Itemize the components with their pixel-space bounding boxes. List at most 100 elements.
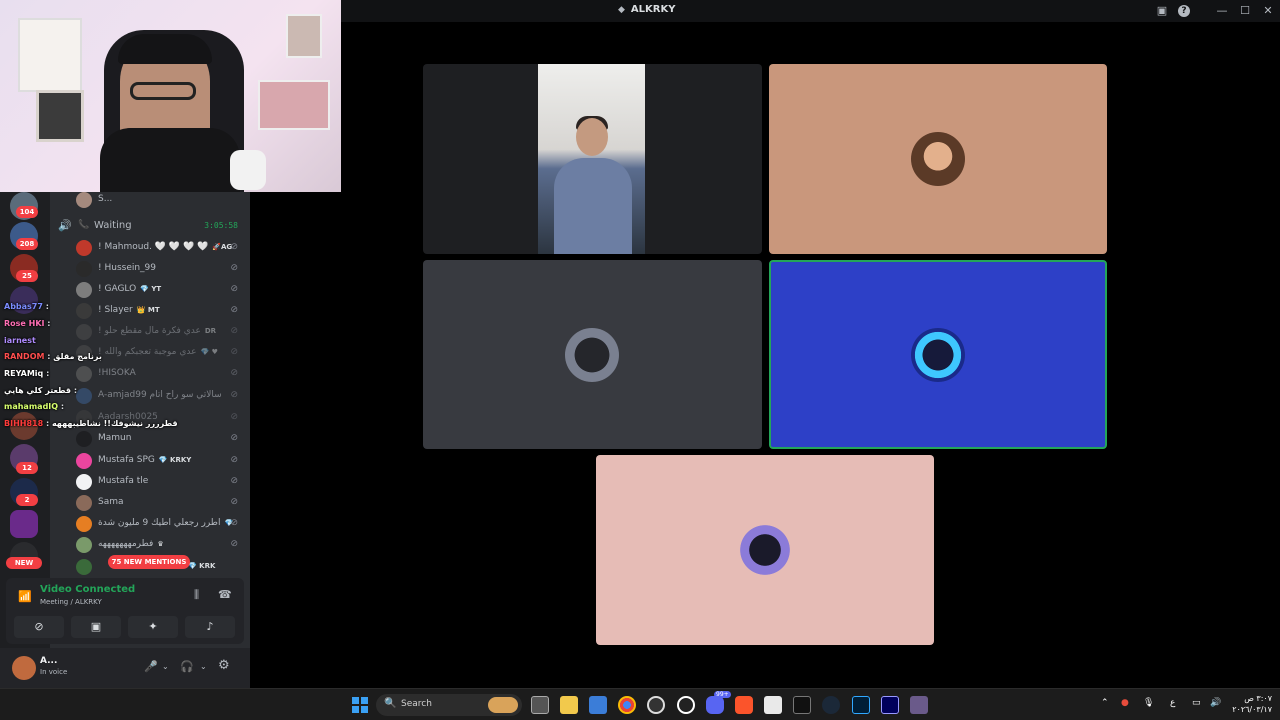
chat-username: iarnest xyxy=(4,336,36,345)
participant-camera-feed[interactable] xyxy=(538,64,645,254)
capcut-icon[interactable] xyxy=(793,696,811,714)
obs-icon[interactable] xyxy=(677,696,695,714)
activities-icon: ✦ xyxy=(148,620,158,633)
photoshop-icon[interactable] xyxy=(852,696,870,714)
headphones-icon[interactable]: 🎧 xyxy=(180,660,194,673)
soundboard-button[interactable]: ♪ xyxy=(185,616,235,638)
start-icon-tile xyxy=(352,706,359,713)
volume-icon[interactable]: 🔊 xyxy=(1210,698,1221,708)
member-name-text: ! Hussein_99 xyxy=(98,263,157,273)
minimize-button[interactable]: — xyxy=(1214,3,1230,19)
voice-location[interactable]: Meeting / ALKRKY xyxy=(40,598,102,606)
voice-member[interactable]: Mustafa SPG 💎 KRKY ⊘ xyxy=(76,451,246,471)
app-icon[interactable] xyxy=(764,696,782,714)
microphone-icon[interactable]: 🎤 xyxy=(144,660,158,673)
stream-chat-line: Abbas77 : xyxy=(4,302,49,311)
voice-member[interactable]: Mustafa tle ⊘ xyxy=(76,472,246,492)
voice-member[interactable]: ! Mahmoud. 🤍 🤍 🤍 🤍 🚀AG ⊘ xyxy=(76,238,246,258)
video-tile[interactable] xyxy=(769,64,1107,254)
activities-button[interactable]: ✦ xyxy=(128,616,178,638)
close-button[interactable]: ✕ xyxy=(1260,3,1276,19)
store-icon[interactable] xyxy=(589,696,607,714)
chat-username: BIHH818 xyxy=(4,419,44,428)
file-explorer-icon[interactable] xyxy=(560,696,578,714)
new-mentions-pill[interactable]: 75 NEW MENTIONS xyxy=(108,555,190,569)
taskbar-search[interactable]: 🔍 Search xyxy=(376,694,522,716)
tray-app-icon[interactable]: ● xyxy=(1121,698,1129,708)
participant-body xyxy=(554,158,632,254)
windows-taskbar: 🔍 Search 99+ ⌃ ● 🎙 ع ▭ 🔊 ٣:٠٧ ص ٢٠٢٦/٠٣/… xyxy=(0,688,1280,720)
voice-member[interactable]: !HISOKA ⊘ xyxy=(76,364,246,384)
disconnect-icon[interactable]: ☎ xyxy=(218,588,232,601)
chevron-down-icon[interactable]: ⌄ xyxy=(162,662,169,671)
participant-avatar xyxy=(911,132,965,186)
chat-message: برنامج مقلق xyxy=(53,352,102,361)
chevron-down-icon[interactable]: ⌄ xyxy=(200,662,207,671)
task-view-icon[interactable] xyxy=(531,696,549,714)
deafen-icon: ⊘ xyxy=(230,433,238,443)
voice-member[interactable]: Mamun ⊘ xyxy=(76,429,246,449)
wall-frame xyxy=(18,18,82,92)
member-name: ! عدي فكرة مال مقطع حلو DR xyxy=(98,326,216,336)
avatar[interactable] xyxy=(12,656,36,680)
chat-username: mahamadIQ xyxy=(4,402,59,411)
language-indicator[interactable]: ع xyxy=(1170,698,1175,708)
taskbar-clock[interactable]: ٣:٠٧ ص ٢٠٢٦/٠٣/١٧ xyxy=(1228,693,1272,715)
chat-username: Abbas77 xyxy=(4,302,43,311)
screen-icon[interactable]: ▣ xyxy=(1154,3,1170,19)
voice-member[interactable]: ! GAGLO 💎 YT ⊘ xyxy=(76,280,246,300)
voice-member[interactable]: فطرمهههههههه ♛ ⊘ xyxy=(76,535,246,555)
brave-icon[interactable] xyxy=(735,696,753,714)
steam-icon[interactable] xyxy=(822,696,840,714)
voice-member[interactable]: S... xyxy=(76,190,246,210)
video-tile[interactable] xyxy=(423,260,762,449)
premiere-icon[interactable] xyxy=(881,696,899,714)
help-icon[interactable]: ? xyxy=(1178,5,1190,17)
avatar xyxy=(76,495,92,511)
microphone-icon[interactable]: 🎙 xyxy=(1143,698,1154,708)
member-name: ! Hussein_99 xyxy=(98,263,160,273)
server-icon[interactable] xyxy=(10,510,38,538)
window-title-text: ALKRKY xyxy=(630,4,676,15)
member-name: ! GAGLO 💎 YT xyxy=(98,284,161,294)
deafen-icon: ⊘ xyxy=(230,497,238,507)
app-icon[interactable] xyxy=(647,696,665,714)
voice-member[interactable]: ! عدي فكرة مال مقطع حلو DR ⊘ xyxy=(76,322,246,342)
voice-member[interactable]: اطرر رجعلي اطيك 9 مليون شدة 💎 ⊘ xyxy=(76,514,246,534)
member-name: S... xyxy=(98,194,113,204)
camera-off-button[interactable]: ⊘ xyxy=(14,616,64,638)
start-button[interactable] xyxy=(352,697,368,713)
noise-suppression-icon[interactable]: ⫼ xyxy=(194,588,199,602)
voice-status[interactable]: Video Connected xyxy=(40,584,135,595)
discord-icon[interactable] xyxy=(706,696,724,714)
member-tag: 💎 YT xyxy=(140,285,162,293)
avatar xyxy=(76,282,92,298)
voice-member[interactable]: ! Hussein_99 ⊘ xyxy=(76,259,246,279)
chevron-up-icon[interactable]: ⌃ xyxy=(1101,698,1109,708)
app-icon[interactable] xyxy=(910,696,928,714)
start-icon-tile xyxy=(361,697,368,704)
stream-chat-line: iarnest xyxy=(4,336,36,345)
voice-member[interactable]: ! Slayer 👑 MT ⊘ xyxy=(76,301,246,321)
screen-share-button[interactable]: ▣ xyxy=(71,616,121,638)
video-tile[interactable] xyxy=(596,455,934,645)
new-unreads-pill[interactable]: NEW xyxy=(6,557,42,569)
start-icon-tile xyxy=(361,706,368,713)
voice-member[interactable]: A-amjad99 سالاتي سو راح اتام ⊘ xyxy=(76,386,246,406)
deafen-icon: ⊘ xyxy=(230,455,238,465)
channel-glyph-icon: ◆ xyxy=(618,5,625,15)
voice-member[interactable]: Sama ⊘ xyxy=(76,493,246,513)
voice-timer: 3:05:58 xyxy=(204,221,238,230)
video-tile-speaking[interactable] xyxy=(769,260,1107,449)
maximize-button[interactable]: ☐ xyxy=(1237,3,1253,19)
avatar xyxy=(76,559,92,575)
network-icon[interactable]: ▭ xyxy=(1192,698,1201,708)
member-name-text: ! GAGLO xyxy=(98,284,137,294)
voice-channel-waiting[interactable]: 🔊 📞 Waiting 3:05:58 xyxy=(58,218,244,236)
member-name-text: ! عدي فكرة مال مقطع حلو xyxy=(98,326,201,336)
user-name[interactable]: A... xyxy=(40,656,57,666)
gear-icon[interactable]: ⚙ xyxy=(218,658,230,673)
chrome-icon[interactable] xyxy=(618,696,636,714)
member-name-text: ! Slayer xyxy=(98,305,133,315)
clock-time: ٣:٠٧ ص xyxy=(1244,694,1272,703)
